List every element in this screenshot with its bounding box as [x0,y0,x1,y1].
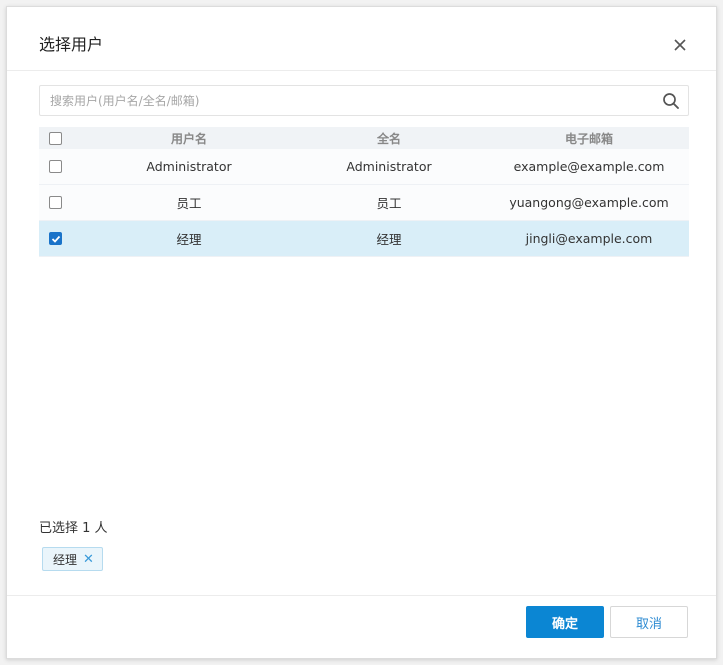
select-all-checkbox[interactable] [49,131,62,145]
user-table: 用户名 全名 电子邮箱 Administrator Administrator … [39,127,689,257]
row-checkbox[interactable] [49,196,62,209]
select-user-dialog: 选择用户 用户名 全名 电子邮箱 [6,6,717,659]
cell-email: yuangong@example.com [509,195,669,210]
column-header-email[interactable]: 电子邮箱 [489,127,689,149]
cell-fullname: 经理 [376,232,402,247]
column-header-username[interactable]: 用户名 [89,127,289,149]
tag-label: 经理 [53,552,78,567]
selected-user-tag: 经理 ✕ [42,547,103,571]
column-header-fullname[interactable]: 全名 [289,127,489,149]
row-checkbox[interactable] [49,160,62,173]
table-row[interactable]: 员工 员工 yuangong@example.com [39,185,689,221]
cell-email: jingli@example.com [525,231,653,246]
selected-count: 已选择 1 人 [39,521,108,536]
cancel-button[interactable]: 取消 [610,606,688,638]
table-row[interactable]: 经理 经理 jingli@example.com [39,221,689,257]
row-checkbox[interactable] [49,232,62,245]
dialog-header: 选择用户 [7,7,716,71]
dialog-title: 选择用户 [39,35,104,54]
search-box [39,85,689,116]
search-icon[interactable] [662,92,680,110]
table-header-row: 用户名 全名 电子邮箱 [39,127,689,149]
remove-tag-icon[interactable]: ✕ [83,553,94,566]
cell-username: Administrator [146,159,232,174]
cell-fullname: 员工 [376,196,402,211]
cell-email: example@example.com [513,159,665,174]
cell-fullname: Administrator [346,159,432,174]
search-input[interactable] [40,86,650,115]
cell-username: 员工 [176,196,202,211]
confirm-button[interactable]: 确定 [526,606,604,638]
cell-username: 经理 [176,232,202,247]
table-row[interactable]: Administrator Administrator example@exam… [39,149,689,185]
close-icon[interactable] [672,37,688,53]
footer-divider [7,595,716,596]
